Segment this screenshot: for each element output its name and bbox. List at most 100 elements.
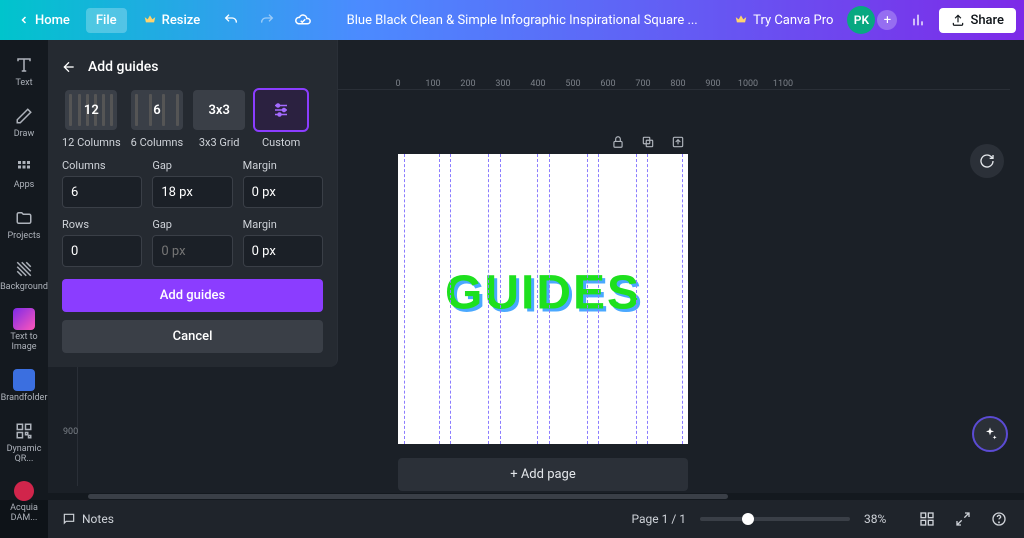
notes-button[interactable]: Notes bbox=[62, 512, 114, 526]
column-guide[interactable] bbox=[636, 154, 637, 444]
text-icon bbox=[13, 54, 35, 76]
page-indicator[interactable]: Page 1 / 1 bbox=[631, 512, 686, 526]
column-guide[interactable] bbox=[404, 154, 405, 444]
ruler-tick: 400 bbox=[530, 79, 545, 89]
preset-custom[interactable]: Custom bbox=[255, 90, 307, 149]
redo-icon bbox=[259, 12, 275, 28]
horizontal-scrollbar[interactable] bbox=[48, 493, 1024, 500]
lock-page-button[interactable] bbox=[608, 132, 628, 152]
bottom-bar: Notes Page 1 / 1 38% bbox=[48, 500, 1024, 538]
copy-icon bbox=[641, 135, 655, 149]
preset-12-columns[interactable]: 12 12 Columns bbox=[62, 90, 121, 149]
try-pro-button[interactable]: Try Canva Pro bbox=[726, 9, 841, 32]
home-button[interactable]: Home bbox=[8, 8, 80, 33]
column-guide[interactable] bbox=[450, 154, 451, 444]
row-margin-input[interactable] bbox=[243, 235, 323, 267]
preset-label: 12 Columns bbox=[62, 136, 121, 149]
sparkle-icon bbox=[982, 426, 998, 442]
preset-num: 12 bbox=[84, 103, 99, 118]
resize-button[interactable]: Resize bbox=[133, 8, 211, 33]
panel-back-button[interactable] bbox=[58, 56, 80, 78]
add-guides-button[interactable]: Add guides bbox=[62, 279, 323, 312]
zoom-value[interactable]: 38% bbox=[864, 512, 902, 526]
rail-background[interactable]: Background bbox=[0, 250, 48, 301]
add-guides-panel: Add guides 12 12 Columns 6 6 Columns 3x3… bbox=[48, 40, 338, 367]
ruler-tick: 100 bbox=[425, 79, 440, 89]
refresh-preview-button[interactable] bbox=[970, 144, 1004, 178]
columns-label: Columns bbox=[62, 159, 142, 172]
document-title[interactable]: Blue Black Clean & Simple Infographic In… bbox=[324, 13, 720, 28]
duplicate-page-button[interactable] bbox=[638, 132, 658, 152]
column-guide[interactable] bbox=[549, 154, 550, 444]
scrollbar-thumb[interactable] bbox=[88, 494, 728, 499]
guide-fields: Columns Gap Margin Rows Gap Margin bbox=[48, 149, 337, 267]
avatar-initials: PK bbox=[854, 13, 869, 27]
add-page-button[interactable]: + Add page bbox=[398, 458, 688, 491]
rail-label: Draw bbox=[14, 130, 34, 140]
column-guide[interactable] bbox=[500, 154, 501, 444]
rail-text[interactable]: Text bbox=[0, 46, 48, 97]
column-guide[interactable] bbox=[647, 154, 648, 444]
preset-label: 6 Columns bbox=[131, 136, 183, 149]
cloud-sync-button[interactable] bbox=[288, 5, 318, 35]
col-margin-input[interactable] bbox=[243, 176, 323, 208]
redo-button[interactable] bbox=[252, 5, 282, 35]
column-guide[interactable] bbox=[439, 154, 440, 444]
magic-button[interactable] bbox=[972, 416, 1008, 452]
artboard-text-element[interactable]: GUIDES bbox=[445, 266, 641, 321]
brandfolder-icon bbox=[13, 369, 35, 391]
row-gap-input[interactable] bbox=[152, 235, 232, 267]
rail-text-to-image[interactable]: Text to Image bbox=[0, 300, 48, 361]
rail-apps[interactable]: Apps bbox=[0, 148, 48, 199]
column-guide[interactable] bbox=[488, 154, 489, 444]
rail-label: Dynamic QR... bbox=[0, 445, 48, 465]
rail-label: Projects bbox=[8, 232, 41, 242]
rail-label: Background bbox=[0, 283, 48, 293]
column-guide[interactable] bbox=[587, 154, 588, 444]
col-margin-label: Margin bbox=[243, 159, 323, 172]
panel-title: Add guides bbox=[88, 59, 158, 75]
column-guide[interactable] bbox=[682, 154, 683, 444]
top-toolbar: Home File Resize Blue Black Clean & Simp… bbox=[0, 0, 1024, 40]
fullscreen-button[interactable] bbox=[952, 508, 974, 530]
apps-icon bbox=[13, 156, 35, 178]
share-button[interactable]: Share bbox=[939, 8, 1016, 33]
cancel-button[interactable]: Cancel bbox=[62, 320, 323, 353]
preset-label: Custom bbox=[262, 136, 300, 149]
rail-acquia-dam[interactable]: Acquia DAM... bbox=[0, 473, 48, 532]
rail-brandfolder[interactable]: Brandfolder bbox=[0, 361, 48, 412]
file-label: File bbox=[96, 13, 117, 28]
rail-projects[interactable]: Projects bbox=[0, 199, 48, 250]
artboard[interactable]: GUIDES bbox=[398, 154, 688, 444]
undo-button[interactable] bbox=[216, 5, 246, 35]
ruler-tick: 1100 bbox=[773, 79, 793, 89]
notes-icon bbox=[62, 512, 76, 526]
rail-dynamic-qr[interactable]: Dynamic QR... bbox=[0, 412, 48, 473]
acquia-icon bbox=[14, 481, 34, 501]
add-collaborator-button[interactable]: + bbox=[877, 10, 897, 30]
file-button[interactable]: File bbox=[86, 8, 127, 33]
rows-input[interactable] bbox=[62, 235, 142, 267]
zoom-slider-thumb[interactable] bbox=[742, 513, 754, 525]
grid-view-button[interactable] bbox=[916, 508, 938, 530]
ruler-tick: 1000 bbox=[738, 79, 758, 89]
zoom-slider[interactable] bbox=[700, 517, 850, 521]
help-button[interactable] bbox=[988, 508, 1010, 530]
sliders-icon bbox=[272, 101, 290, 119]
analytics-button[interactable] bbox=[903, 5, 933, 35]
avatar[interactable]: PK bbox=[847, 6, 875, 34]
row-margin-label: Margin bbox=[243, 218, 323, 231]
undo-icon bbox=[223, 12, 239, 28]
resize-label: Resize bbox=[162, 13, 201, 28]
columns-input[interactable] bbox=[62, 176, 142, 208]
preset-6-columns[interactable]: 6 6 Columns bbox=[131, 90, 183, 149]
try-pro-label: Try Canva Pro bbox=[753, 13, 833, 28]
new-page-button[interactable] bbox=[668, 132, 688, 152]
preset-num: 6 bbox=[153, 103, 160, 118]
preset-3x3-grid[interactable]: 3x3 3x3 Grid bbox=[193, 90, 245, 149]
folder-icon bbox=[13, 207, 35, 229]
rail-draw[interactable]: Draw bbox=[0, 97, 48, 148]
column-guide[interactable] bbox=[537, 154, 538, 444]
col-gap-input[interactable] bbox=[152, 176, 232, 208]
column-guide[interactable] bbox=[598, 154, 599, 444]
